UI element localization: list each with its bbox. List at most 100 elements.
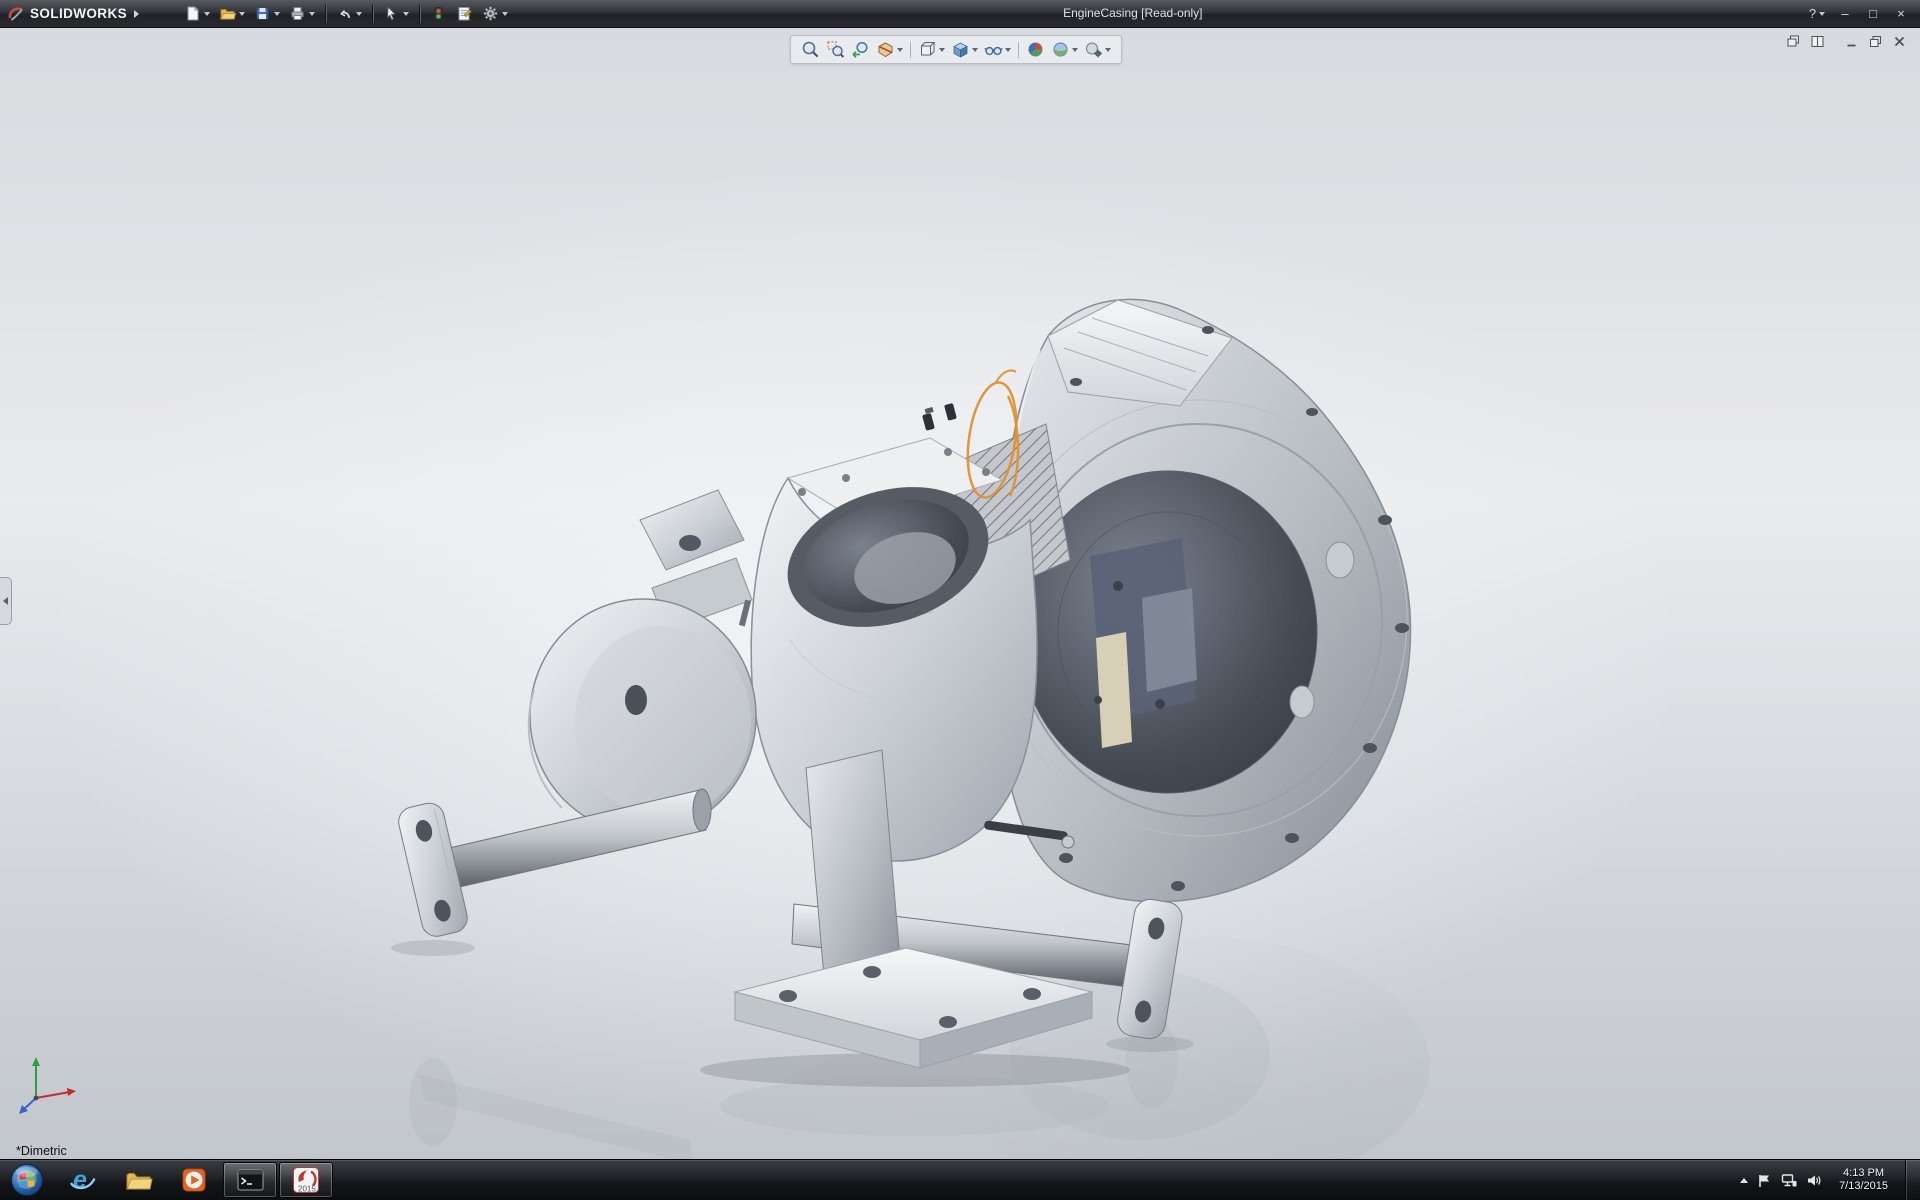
help-label: ? <box>1809 6 1816 21</box>
orientation-triad <box>16 1050 82 1116</box>
windows-start-orb-icon <box>10 1163 44 1197</box>
document-window-control-group <box>1842 33 1908 49</box>
taskbar-clock[interactable]: 4:13 PM 7/13/2015 <box>1831 1167 1896 1193</box>
toolbar-separator <box>910 42 911 58</box>
graphics-area[interactable]: *Dimetric <box>0 27 1920 1160</box>
print-button[interactable] <box>286 3 318 25</box>
options-button[interactable] <box>479 3 511 25</box>
view-orientation-label: *Dimetric <box>16 1144 67 1158</box>
zoom-to-fit-icon <box>801 40 820 59</box>
svg-text:2015: 2015 <box>298 1185 316 1194</box>
file-properties-button[interactable] <box>453 3 476 25</box>
window-controls: ? – □ × <box>1804 4 1920 24</box>
open-button[interactable] <box>216 3 248 25</box>
apply-scene-button[interactable] <box>1049 39 1080 60</box>
caret-down-icon <box>897 48 903 52</box>
solidworks-logo: SOLIDWORKS <box>0 5 139 23</box>
eyeglasses-icon <box>984 40 1003 59</box>
start-button[interactable] <box>0 1160 54 1200</box>
engine-mount-tube-left[interactable] <box>396 789 711 939</box>
file-explorer-folder-icon <box>123 1165 153 1195</box>
section-view-button[interactable] <box>874 39 905 60</box>
new-button[interactable] <box>181 3 213 25</box>
taskbar-internet-explorer-button[interactable]: e <box>55 1162 109 1198</box>
logo-chevron-icon[interactable] <box>134 10 139 18</box>
rebuild-button[interactable] <box>427 3 450 25</box>
side-cover-disc[interactable] <box>529 599 756 833</box>
solidworks-app-icon: 2015 <box>291 1165 321 1195</box>
headsup-toolbar <box>790 35 1122 64</box>
taskbar-file-explorer-button[interactable] <box>111 1162 165 1198</box>
view-orientation-button[interactable] <box>916 39 947 60</box>
print-icon <box>289 5 306 22</box>
view-settings-icon <box>1084 40 1103 59</box>
close-button[interactable]: × <box>1888 4 1914 24</box>
show-desktop-button[interactable] <box>1905 1160 1920 1200</box>
tile-windows-button[interactable] <box>1808 33 1826 49</box>
toolbar-separator <box>1018 42 1019 58</box>
close-icon: × <box>1897 6 1905 21</box>
toolbar-separator <box>419 5 420 23</box>
undo-button[interactable] <box>333 3 365 25</box>
crankcase-housing[interactable] <box>993 299 1410 901</box>
titlebar: SOLIDWORKS <box>0 0 1920 28</box>
appearance-ball-icon <box>1026 40 1045 59</box>
file-properties-icon <box>456 5 473 22</box>
save-icon <box>254 5 271 22</box>
taskbar-solidworks-button[interactable]: 2015 <box>279 1162 333 1198</box>
network-icon <box>1781 1173 1797 1188</box>
previous-view-icon <box>851 40 870 59</box>
minimize-icon <box>1845 35 1858 48</box>
view-settings-button[interactable] <box>1082 39 1113 60</box>
previous-view-button[interactable] <box>849 39 872 60</box>
volume-button[interactable] <box>1806 1173 1822 1188</box>
minimize-button[interactable]: – <box>1832 4 1858 24</box>
caret-down-icon <box>939 48 945 52</box>
hide-show-items-button[interactable] <box>982 39 1013 60</box>
action-center-button[interactable] <box>1757 1173 1772 1188</box>
select-button[interactable] <box>380 3 412 25</box>
caret-down-icon <box>239 12 245 16</box>
rebuild-stoplight-icon <box>430 5 447 22</box>
help-button[interactable]: ? <box>1804 4 1830 24</box>
caret-down-icon <box>502 12 508 16</box>
media-player-icon <box>180 1166 208 1194</box>
save-button[interactable] <box>251 3 283 25</box>
caret-down-icon <box>309 12 315 16</box>
network-button[interactable] <box>1781 1173 1797 1188</box>
cascade-windows-button[interactable] <box>1784 33 1802 49</box>
toolbar-separator <box>372 5 373 23</box>
new-document-icon <box>184 5 201 22</box>
solidworks-logo-text: SOLIDWORKS <box>30 6 127 21</box>
caret-down-icon <box>403 12 409 16</box>
doc-minimize-button[interactable] <box>1842 33 1860 49</box>
taskbar-command-prompt-button[interactable] <box>223 1162 277 1198</box>
cascade-windows-icon <box>1787 35 1800 48</box>
svg-text:e: e <box>73 1166 87 1194</box>
doc-close-button[interactable] <box>1890 33 1908 49</box>
show-hidden-icons-button[interactable] <box>1740 1178 1748 1183</box>
minimize-icon: – <box>1841 6 1848 21</box>
caret-down-icon <box>356 12 362 16</box>
caret-down-icon <box>1072 48 1078 52</box>
scene-sphere-icon <box>1051 40 1070 59</box>
window-title: EngineCasing [Read-only] <box>1063 0 1202 27</box>
internet-explorer-icon: e <box>67 1165 97 1195</box>
zoom-to-fit-button[interactable] <box>799 39 822 60</box>
taskpane-collapsed-tab[interactable] <box>0 577 12 625</box>
caret-down-icon <box>1819 12 1825 16</box>
zoom-to-area-button[interactable] <box>824 39 847 60</box>
display-style-button[interactable] <box>949 39 980 60</box>
caret-down-icon <box>1005 48 1011 52</box>
chevron-up-icon <box>1740 1178 1748 1183</box>
solidworks-window: SOLIDWORKS <box>0 0 1920 1200</box>
display-style-cube-icon <box>951 40 970 59</box>
clock-time: 4:13 PM <box>1839 1167 1888 1180</box>
engine-casing-model[interactable] <box>0 27 1920 1160</box>
doc-restore-button[interactable] <box>1866 33 1884 49</box>
taskbar-media-player-button[interactable] <box>167 1162 221 1198</box>
undo-icon <box>336 5 353 22</box>
section-view-icon <box>876 40 895 59</box>
edit-appearance-button[interactable] <box>1024 39 1047 60</box>
maximize-button[interactable]: □ <box>1860 4 1886 24</box>
